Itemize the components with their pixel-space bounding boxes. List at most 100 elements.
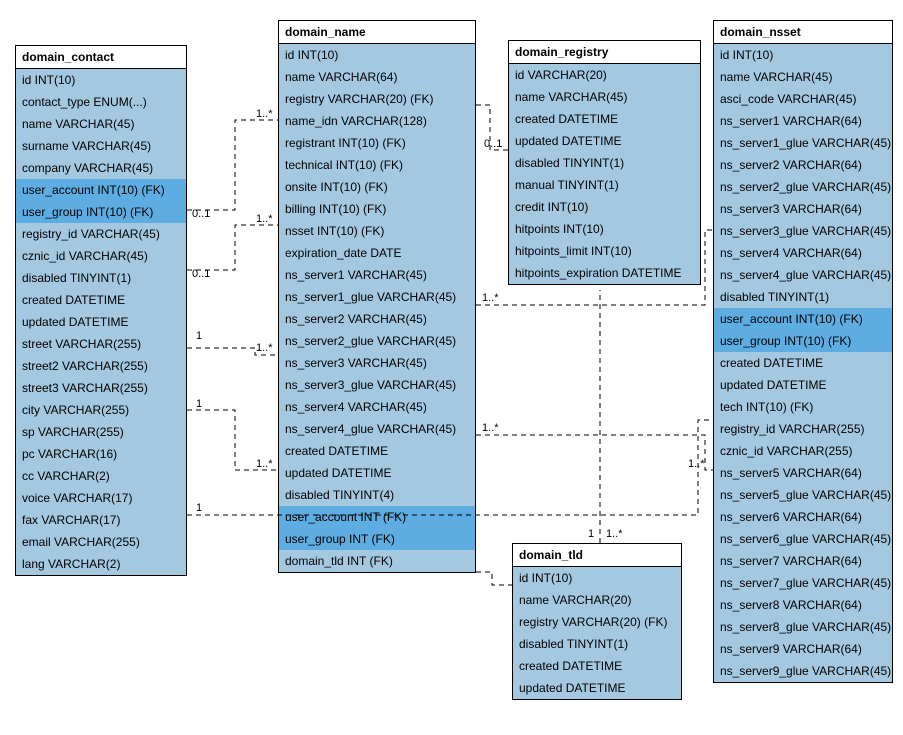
column-row: street3 VARCHAR(255) xyxy=(16,377,186,399)
column-row: ns_server1 VARCHAR(45) xyxy=(279,264,475,286)
column-row: ns_server8 VARCHAR(64) xyxy=(714,594,892,616)
column-row: fax VARCHAR(17) xyxy=(16,509,186,531)
column-row: voice VARCHAR(17) xyxy=(16,487,186,509)
entity-domain-nsset: domain_nsset id INT(10)name VARCHAR(45)a… xyxy=(713,20,893,683)
column-row: disabled TINYINT(4) xyxy=(279,484,475,506)
column-row: ns_server2 VARCHAR(45) xyxy=(279,308,475,330)
column-row: ns_server4 VARCHAR(64) xyxy=(714,242,892,264)
column-row: ns_server4_glue VARCHAR(45) xyxy=(714,264,892,286)
column-row: nsset INT(10) (FK) xyxy=(279,220,475,242)
entity-columns: id INT(10)name VARCHAR(45)asci_code VARC… xyxy=(714,44,892,682)
column-row: pc VARCHAR(16) xyxy=(16,443,186,465)
column-row: name VARCHAR(45) xyxy=(714,66,892,88)
column-row: updated DATETIME xyxy=(509,130,700,152)
column-row: street2 VARCHAR(255) xyxy=(16,355,186,377)
column-row: name VARCHAR(64) xyxy=(279,66,475,88)
column-row: ns_server7_glue VARCHAR(45) xyxy=(714,572,892,594)
entity-domain-name: domain_name id INT(10)name VARCHAR(64)re… xyxy=(278,20,476,573)
column-row: technical INT(10) (FK) xyxy=(279,154,475,176)
column-row: user_account INT (FK) xyxy=(279,506,475,528)
entity-title: domain_registry xyxy=(509,41,700,64)
column-row: disabled TINYINT(1) xyxy=(509,152,700,174)
column-row: disabled TINYINT(1) xyxy=(513,633,681,655)
column-row: ns_server5 VARCHAR(64) xyxy=(714,462,892,484)
column-row: ns_server1_glue VARCHAR(45) xyxy=(714,132,892,154)
column-row: ns_server1 VARCHAR(64) xyxy=(714,110,892,132)
card-label: 1 xyxy=(196,502,202,514)
column-row: billing INT(10) (FK) xyxy=(279,198,475,220)
column-row: tech INT(10) (FK) xyxy=(714,396,892,418)
column-row: contact_type ENUM(...) xyxy=(16,91,186,113)
column-row: ns_server6 VARCHAR(64) xyxy=(714,506,892,528)
card-label: 1..* xyxy=(256,342,273,354)
column-row: created DATETIME xyxy=(16,289,186,311)
column-row: cznic_id VARCHAR(255) xyxy=(714,440,892,462)
column-row: ns_server2_glue VARCHAR(45) xyxy=(279,330,475,352)
entity-title: domain_tld xyxy=(513,544,681,567)
entity-domain-tld: domain_tld id INT(10)name VARCHAR(20)reg… xyxy=(512,543,682,700)
entity-title: domain_contact xyxy=(16,46,186,69)
card-label: 1 xyxy=(588,528,594,540)
column-row: ns_server7 VARCHAR(64) xyxy=(714,550,892,572)
column-row: user_account INT(10) (FK) xyxy=(16,179,186,201)
column-row: id INT(10) xyxy=(714,44,892,66)
entity-columns: id VARCHAR(20)name VARCHAR(45)created DA… xyxy=(509,64,700,284)
column-row: cc VARCHAR(2) xyxy=(16,465,186,487)
column-row: ns_server4 VARCHAR(45) xyxy=(279,396,475,418)
column-row: asci_code VARCHAR(45) xyxy=(714,88,892,110)
column-row: email VARCHAR(255) xyxy=(16,531,186,553)
column-row: registry VARCHAR(20) (FK) xyxy=(279,88,475,110)
card-label: 1..* xyxy=(256,108,273,120)
card-label: 1..* xyxy=(688,458,705,470)
column-row: city VARCHAR(255) xyxy=(16,399,186,421)
card-label: 0..1 xyxy=(192,268,210,280)
column-row: created DATETIME xyxy=(513,655,681,677)
entity-title: domain_name xyxy=(279,21,475,44)
column-row: user_group INT(10) (FK) xyxy=(714,330,892,352)
entity-domain-registry: domain_registry id VARCHAR(20)name VARCH… xyxy=(508,40,701,285)
column-row: registry_id VARCHAR(45) xyxy=(16,223,186,245)
column-row: ns_server5_glue VARCHAR(45) xyxy=(714,484,892,506)
column-row: id VARCHAR(20) xyxy=(509,64,700,86)
column-row: ns_server3 VARCHAR(45) xyxy=(279,352,475,374)
column-row: user_group INT(10) (FK) xyxy=(16,201,186,223)
column-row: ns_server3 VARCHAR(64) xyxy=(714,198,892,220)
column-row: created DATETIME xyxy=(509,108,700,130)
column-row: registrant INT(10) (FK) xyxy=(279,132,475,154)
card-label: 1..* xyxy=(256,458,273,470)
card-label: 1 xyxy=(196,398,202,410)
card-label: 1..* xyxy=(256,213,273,225)
column-row: created DATETIME xyxy=(714,352,892,374)
column-row: hitpoints_limit INT(10) xyxy=(509,240,700,262)
column-row: id INT(10) xyxy=(16,69,186,91)
column-row: updated DATETIME xyxy=(513,677,681,699)
column-row: name VARCHAR(45) xyxy=(16,113,186,135)
column-row: ns_server9_glue VARCHAR(45) xyxy=(714,660,892,682)
column-row: disabled TINYINT(1) xyxy=(714,286,892,308)
column-row: ns_server3_glue VARCHAR(45) xyxy=(714,220,892,242)
entity-columns: id INT(10)name VARCHAR(64)registry VARCH… xyxy=(279,44,475,572)
entity-domain-contact: domain_contact id INT(10)contact_type EN… xyxy=(15,45,187,576)
card-label: 1..* xyxy=(482,292,499,304)
column-row: user_group INT (FK) xyxy=(279,528,475,550)
column-row: ns_server2_glue VARCHAR(45) xyxy=(714,176,892,198)
column-row: disabled TINYINT(1) xyxy=(16,267,186,289)
column-row: domain_tld INT (FK) xyxy=(279,550,475,572)
er-diagram-canvas: domain_contact id INT(10)contact_type EN… xyxy=(10,10,893,725)
column-row: ns_server3_glue VARCHAR(45) xyxy=(279,374,475,396)
column-row: cznic_id VARCHAR(45) xyxy=(16,245,186,267)
entity-title: domain_nsset xyxy=(714,21,892,44)
column-row: registry VARCHAR(20) (FK) xyxy=(513,611,681,633)
column-row: ns_server1_glue VARCHAR(45) xyxy=(279,286,475,308)
column-row: ns_server4_glue VARCHAR(45) xyxy=(279,418,475,440)
column-row: onsite INT(10) (FK) xyxy=(279,176,475,198)
column-row: updated DATETIME xyxy=(714,374,892,396)
entity-columns: id INT(10)contact_type ENUM(...)name VAR… xyxy=(16,69,186,575)
card-label: 0..1 xyxy=(192,208,210,220)
column-row: ns_server8_glue VARCHAR(45) xyxy=(714,616,892,638)
column-row: updated DATETIME xyxy=(279,462,475,484)
column-row: name VARCHAR(20) xyxy=(513,589,681,611)
column-row: created DATETIME xyxy=(279,440,475,462)
column-row: name VARCHAR(45) xyxy=(509,86,700,108)
entity-columns: id INT(10)name VARCHAR(20)registry VARCH… xyxy=(513,567,681,699)
